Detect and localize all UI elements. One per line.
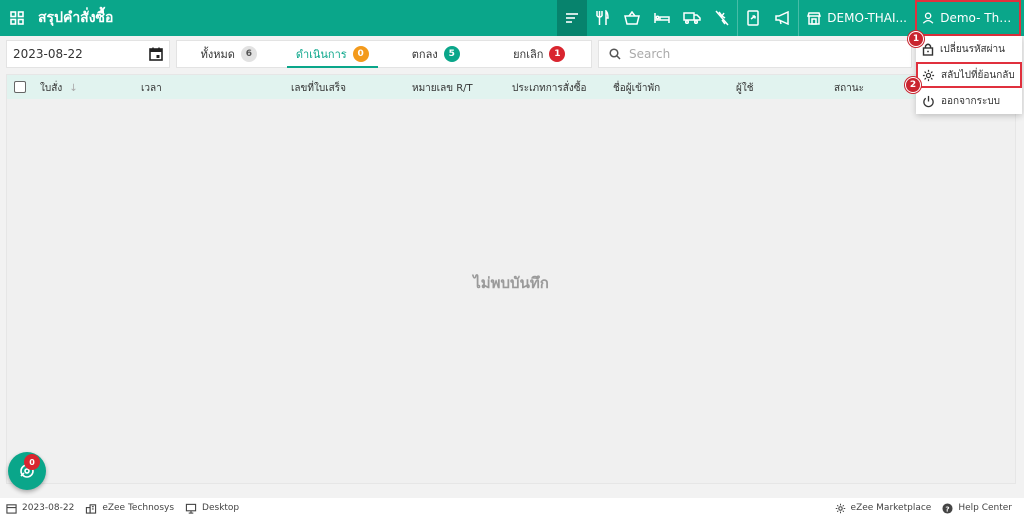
menu-item-switch-back[interactable]: สลับไปที่ย้อนกลับ xyxy=(916,62,1022,88)
search-input[interactable] xyxy=(629,47,889,61)
column-header-order-type[interactable]: ประเภทการสั่งซื้อ xyxy=(512,81,587,96)
tab-label: ดำเนินการ xyxy=(295,48,347,61)
user-name: Demo- Thail... xyxy=(940,11,1014,25)
menu-item-label: ออกจากระบบ xyxy=(941,95,1001,107)
tab-confirmed[interactable]: ตกลง 5 xyxy=(384,41,488,67)
menu-item-change-password[interactable]: เปลี่ยนรหัสผ่าน xyxy=(916,36,1022,62)
user-menu-button[interactable]: Demo- Thail... xyxy=(915,0,1021,36)
user-icon xyxy=(922,12,934,24)
calendar-icon xyxy=(6,503,17,514)
sort-menu-icon[interactable] xyxy=(557,0,588,36)
top-bar: สรุปคำสั่งซื้อ DEMO-THAI... Demo- Thail.… xyxy=(0,0,1024,36)
sort-arrow-icon: ↓ xyxy=(69,83,78,94)
tab-label: ยกเลิก xyxy=(513,48,544,61)
select-all-checkbox[interactable] xyxy=(14,81,26,93)
megaphone-icon[interactable] xyxy=(768,0,798,36)
column-header-user[interactable]: ผู้ใช้ xyxy=(736,81,754,96)
tab-all[interactable]: ทั้งหมด 6 xyxy=(177,41,281,67)
column-header-room-table[interactable]: หมายเลข R/T xyxy=(412,81,473,96)
date-picker[interactable]: 2023-08-22 xyxy=(6,40,170,68)
help-center-link[interactable]: ? Help Center xyxy=(942,502,1012,514)
tab-cancelled[interactable]: ยกเลิก 1 xyxy=(488,41,592,67)
count-badge: 5 xyxy=(443,46,460,62)
column-header-guest-name[interactable]: ชื่อผู้เข้าพัก xyxy=(613,81,660,96)
desktop-icon xyxy=(185,503,197,514)
store-icon xyxy=(807,11,822,25)
power-icon xyxy=(923,95,934,107)
count-badge: 0 xyxy=(352,46,369,62)
menu-item-logout[interactable]: ออกจากระบบ xyxy=(916,88,1022,114)
basket-icon[interactable] xyxy=(617,0,647,36)
gear-icon xyxy=(835,503,845,513)
gear-icon xyxy=(922,69,935,81)
menu-item-label: เปลี่ยนรหัสผ่าน xyxy=(940,43,1005,55)
apps-grid-icon[interactable] xyxy=(2,0,32,36)
column-header-receipt-no[interactable]: เลขที่ใบเสร็จ xyxy=(291,81,346,96)
table-header: ใบสั่ง ↓ เวลา เลขที่ใบเสร็จ หมายเลข R/T … xyxy=(7,75,1015,99)
count-badge: 6 xyxy=(240,46,257,62)
calendar-icon[interactable] xyxy=(149,47,163,61)
svg-text:?: ? xyxy=(946,504,950,513)
status-mode: Desktop xyxy=(185,503,239,514)
status-bar: 2023-08-22 eZee Technosys Desktop eZee M… xyxy=(0,498,1024,518)
step-marker-2: 2 xyxy=(905,77,921,93)
step-marker-1: 1 xyxy=(908,31,924,47)
column-header-time[interactable]: เวลา xyxy=(141,81,162,96)
page-title: สรุปคำสั่งซื้อ xyxy=(38,10,114,26)
menu-item-label: สลับไปที่ย้อนกลับ xyxy=(941,69,1015,81)
company-icon xyxy=(86,503,97,514)
date-value: 2023-08-22 xyxy=(13,47,83,61)
bed-icon[interactable] xyxy=(647,0,677,36)
lock-icon xyxy=(922,43,934,56)
search-icon xyxy=(609,48,621,60)
orders-table: ใบสั่ง ↓ เวลา เลขที่ใบเสร็จ หมายเลข R/T … xyxy=(6,74,1016,484)
empty-message: ไม่พบบันทึก xyxy=(473,274,549,292)
no-bell-icon[interactable] xyxy=(707,0,737,36)
tab-label: ตกลง xyxy=(411,48,438,61)
search-box xyxy=(598,40,912,68)
tab-label: ทั้งหมด xyxy=(200,48,235,61)
mobile-checkin-icon[interactable] xyxy=(738,0,768,36)
status-tabs: ทั้งหมด 6 ดำเนินการ 0 ตกลง 5 ยกเลิก 1 xyxy=(176,40,592,68)
user-dropdown-menu: เปลี่ยนรหัสผ่าน สลับไปที่ย้อนกลับ ออกจาก… xyxy=(916,36,1022,114)
status-date: 2023-08-22 xyxy=(6,503,74,514)
restaurant-icon[interactable] xyxy=(587,0,617,36)
tab-in-progress[interactable]: ดำเนินการ 0 xyxy=(281,41,385,68)
property-selector[interactable]: DEMO-THAI... xyxy=(799,0,915,36)
count-badge: 1 xyxy=(549,46,566,62)
notification-count-badge: 0 xyxy=(24,454,40,470)
property-name: DEMO-THAI... xyxy=(827,11,907,25)
truck-icon[interactable] xyxy=(677,0,707,36)
filter-row: 2023-08-22 ทั้งหมด 6 ดำเนินการ 0 ตกลง 5 … xyxy=(6,40,1018,68)
help-icon: ? xyxy=(942,502,953,514)
column-header-order[interactable]: ใบสั่ง ↓ xyxy=(40,81,78,96)
status-company: eZee Technosys xyxy=(85,503,174,514)
column-header-status[interactable]: สถานะ xyxy=(834,81,864,96)
marketplace-link[interactable]: eZee Marketplace xyxy=(835,503,931,514)
